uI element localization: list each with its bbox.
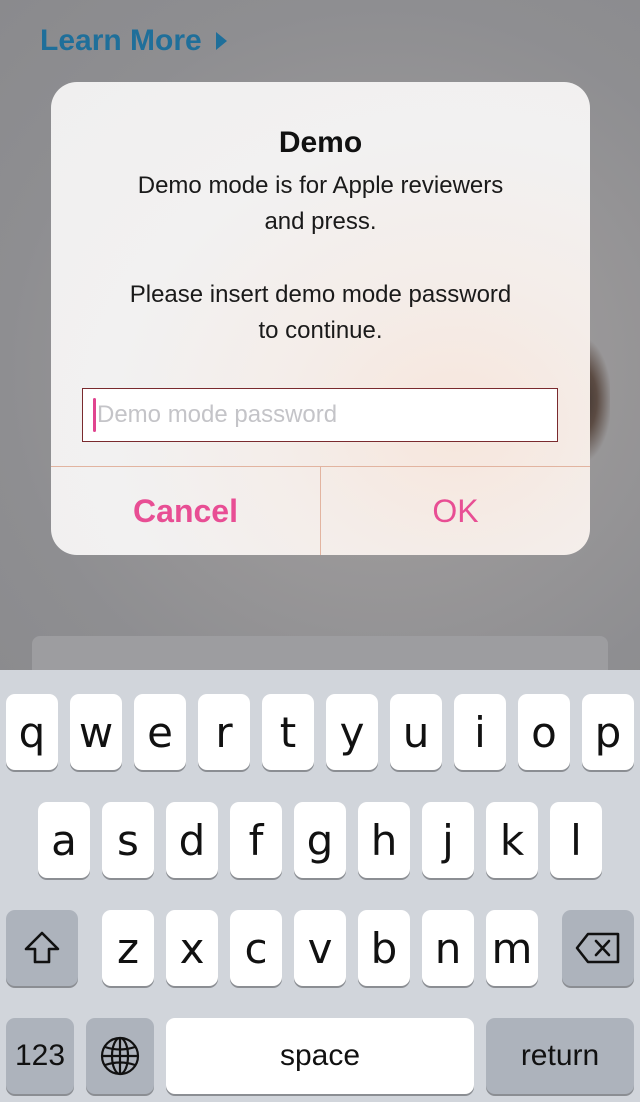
key-i[interactable]: i — [454, 694, 506, 770]
text-cursor — [93, 398, 96, 432]
key-z[interactable]: z — [102, 910, 154, 986]
demo-alert-dialog: Demo Demo mode is for Apple reviewers an… — [51, 82, 590, 555]
shift-icon — [24, 931, 60, 964]
ok-button[interactable]: OK — [321, 467, 590, 555]
cancel-button[interactable]: Cancel — [51, 467, 321, 555]
demo-password-input[interactable] — [97, 401, 537, 429]
key-c[interactable]: c — [230, 910, 282, 986]
numbers-key[interactable]: 123 — [6, 1018, 74, 1094]
backspace-key[interactable] — [562, 910, 634, 986]
key-v[interactable]: v — [294, 910, 346, 986]
play-arrow-icon — [215, 32, 227, 50]
key-k[interactable]: k — [486, 802, 538, 878]
key-y[interactable]: y — [326, 694, 378, 770]
alert-message: Demo mode is for Apple reviewers and pre… — [71, 168, 570, 349]
key-x[interactable]: x — [166, 910, 218, 986]
key-n[interactable]: n — [422, 910, 474, 986]
key-d[interactable]: d — [166, 802, 218, 878]
alert-message-line: Please insert demo mode password — [129, 281, 512, 308]
key-l[interactable]: l — [550, 802, 602, 878]
key-p[interactable]: p — [582, 694, 634, 770]
learn-more-link[interactable]: Learn More — [40, 24, 227, 58]
space-key[interactable]: space — [166, 1018, 474, 1094]
alert-message-line: to continue. — [258, 317, 383, 344]
globe-key[interactable] — [86, 1018, 154, 1094]
key-t[interactable]: t — [262, 694, 314, 770]
key-m[interactable]: m — [486, 910, 538, 986]
learn-more-label: Learn More — [40, 24, 202, 57]
alert-message-line: Demo mode is for Apple reviewers — [137, 172, 504, 199]
keyboard: q w e r t y u i o p a s d f g h j k l z … — [0, 670, 640, 1102]
alert-message-line: and press. — [264, 208, 377, 235]
key-h[interactable]: h — [358, 802, 410, 878]
key-o[interactable]: o — [518, 694, 570, 770]
alert-button-row: Cancel OK — [51, 466, 590, 555]
key-q[interactable]: q — [6, 694, 58, 770]
key-w[interactable]: w — [70, 694, 122, 770]
key-f[interactable]: f — [230, 802, 282, 878]
key-s[interactable]: s — [102, 802, 154, 878]
shift-key[interactable] — [6, 910, 78, 986]
alert-title: Demo — [278, 126, 363, 159]
key-u[interactable]: u — [390, 694, 442, 770]
key-j[interactable]: j — [422, 802, 474, 878]
key-r[interactable]: r — [198, 694, 250, 770]
return-key[interactable]: return — [486, 1018, 634, 1094]
key-e[interactable]: e — [134, 694, 186, 770]
backspace-icon — [575, 932, 620, 964]
globe-icon — [100, 1036, 140, 1076]
demo-password-field[interactable] — [82, 388, 558, 442]
key-a[interactable]: a — [38, 802, 90, 878]
key-b[interactable]: b — [358, 910, 410, 986]
key-g[interactable]: g — [294, 802, 346, 878]
